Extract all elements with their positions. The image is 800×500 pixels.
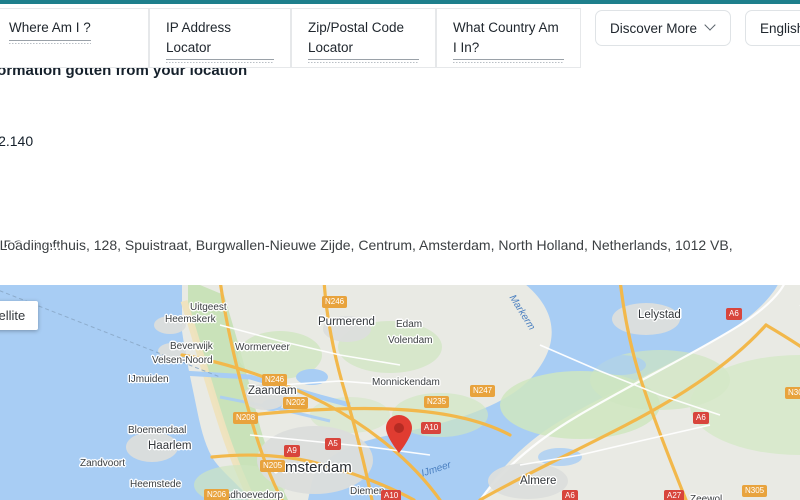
- map-label-diemen: Diemen: [350, 486, 385, 497]
- map-label-haarlem: Haarlem: [148, 440, 192, 452]
- info-country: therlands: [0, 98, 800, 115]
- language-selector[interactable]: English: [745, 10, 800, 46]
- map-shield-n305: N305: [742, 485, 768, 497]
- map-shield-n30: N30: [785, 387, 800, 399]
- info-timezone: T: [0, 168, 800, 185]
- map-shield-a10-a: A10: [421, 422, 442, 434]
- map-label-zandvoort: Zandvoort: [80, 458, 126, 469]
- map-label-ijmuiden: IJmuiden: [128, 374, 169, 385]
- map-label-zeewol: Zeewol: [690, 494, 723, 500]
- map-label-uitgeest: Uitgeest: [190, 302, 227, 313]
- map-shield-a5: A5: [325, 438, 341, 450]
- info-coordinates-row: ordinates: Loading...: [0, 237, 61, 254]
- map-shield-n208: N208: [233, 412, 259, 424]
- info-postal-code: 12 VB: [0, 202, 800, 219]
- tab-zip-postal-code-locator-label: Zip/Postal Code Locator: [308, 18, 419, 64]
- map-shield-a10-b: A10: [381, 490, 402, 500]
- map-label-velsen-noord: Velsen-Noord: [152, 355, 213, 366]
- tab-ip-address-locator[interactable]: IP Address Locator: [149, 8, 291, 69]
- info-address-value: UvA PC Hoofthuis, 128, Spuistraat, Burgw…: [0, 237, 733, 254]
- map-label-zaandam: Zaandam: [248, 385, 297, 397]
- tab-ip-address-locator-label: IP Address Locator: [166, 18, 274, 64]
- map-shield-n246-b: N246: [262, 374, 288, 386]
- map-label-lelystad: Lelystad: [638, 309, 681, 321]
- map-shield-a6-b: A6: [562, 490, 578, 500]
- info-coordinates-value: Loading...: [0, 237, 62, 254]
- map-location-marker[interactable]: [386, 415, 412, 453]
- discover-more-label: Discover More: [610, 20, 698, 36]
- scrolled-content: n I Where Am I ? IP Address Locator Zip/…: [0, 0, 800, 253]
- map-label-beverwijk: Beverwijk: [170, 341, 213, 352]
- map-shield-n246-a: N246: [322, 296, 348, 308]
- map-shield-a9: A9: [284, 445, 300, 457]
- map-shield-n202: N202: [283, 397, 309, 409]
- map-label-amsterdam: Amsterdam: [275, 459, 352, 476]
- language-label: English: [760, 20, 800, 36]
- map-label-monnickendam: Monnickendam: [372, 377, 440, 388]
- info-address-row: dress: UvA PC Hoofthuis, 128, Spuistraat…: [0, 237, 733, 254]
- map-shield-a27: A27: [664, 490, 685, 500]
- map-shield-n206: N206: [204, 489, 230, 500]
- map-canvas[interactable]: Amsterdam Purmerend Edam Volendam Monnic…: [0, 285, 800, 500]
- info-ip-address: 109.123.102.140: [0, 132, 34, 149]
- map-label-purmerend: Purmerend: [318, 316, 375, 328]
- map-shield-n235: N235: [424, 396, 450, 408]
- map-label-bloemendaal: Bloemendaal: [128, 425, 187, 436]
- tab-what-country-am-i-in-label: What Country Am I In?: [453, 18, 564, 64]
- map-satellite-button[interactable]: Satellite: [0, 301, 39, 330]
- map-shield-n247: N247: [470, 385, 496, 397]
- tab-where-am-i-label: Where Am I ?: [9, 18, 91, 44]
- chevron-down-icon: [706, 21, 716, 31]
- discover-more-dropdown[interactable]: Discover More: [595, 10, 732, 46]
- page-root: n I Where Am I ? IP Address Locator Zip/…: [0, 0, 800, 500]
- header-nav: n I Where Am I ? IP Address Locator Zip/…: [0, 0, 800, 69]
- map-label-volendam: Volendam: [388, 335, 433, 346]
- map-label-edam: Edam: [396, 319, 423, 330]
- map-shield-a6-a: A6: [693, 412, 709, 424]
- location-info-panel: ountry information gotten from your loca…: [0, 50, 800, 253]
- map-label-almere: Almere: [520, 475, 557, 487]
- nav-tabs: Where Am I ? IP Address Locator Zip/Post…: [0, 4, 581, 69]
- map-label-heemstede: Heemstede: [130, 479, 182, 490]
- tab-what-country-am-i-in[interactable]: What Country Am I In?: [436, 8, 581, 69]
- tab-zip-postal-code-locator[interactable]: Zip/Postal Code Locator: [291, 8, 436, 69]
- map-label-wormerveer: Wormerveer: [235, 342, 290, 353]
- map-label-heemskerk: Heemskerk: [165, 314, 216, 325]
- tab-where-am-i[interactable]: Where Am I ?: [0, 8, 149, 69]
- map-container[interactable]: Amsterdam Purmerend Edam Volendam Monnic…: [0, 285, 800, 500]
- map-shield-n205: N205: [260, 460, 286, 472]
- map-shield-a6-c: A6: [726, 308, 742, 320]
